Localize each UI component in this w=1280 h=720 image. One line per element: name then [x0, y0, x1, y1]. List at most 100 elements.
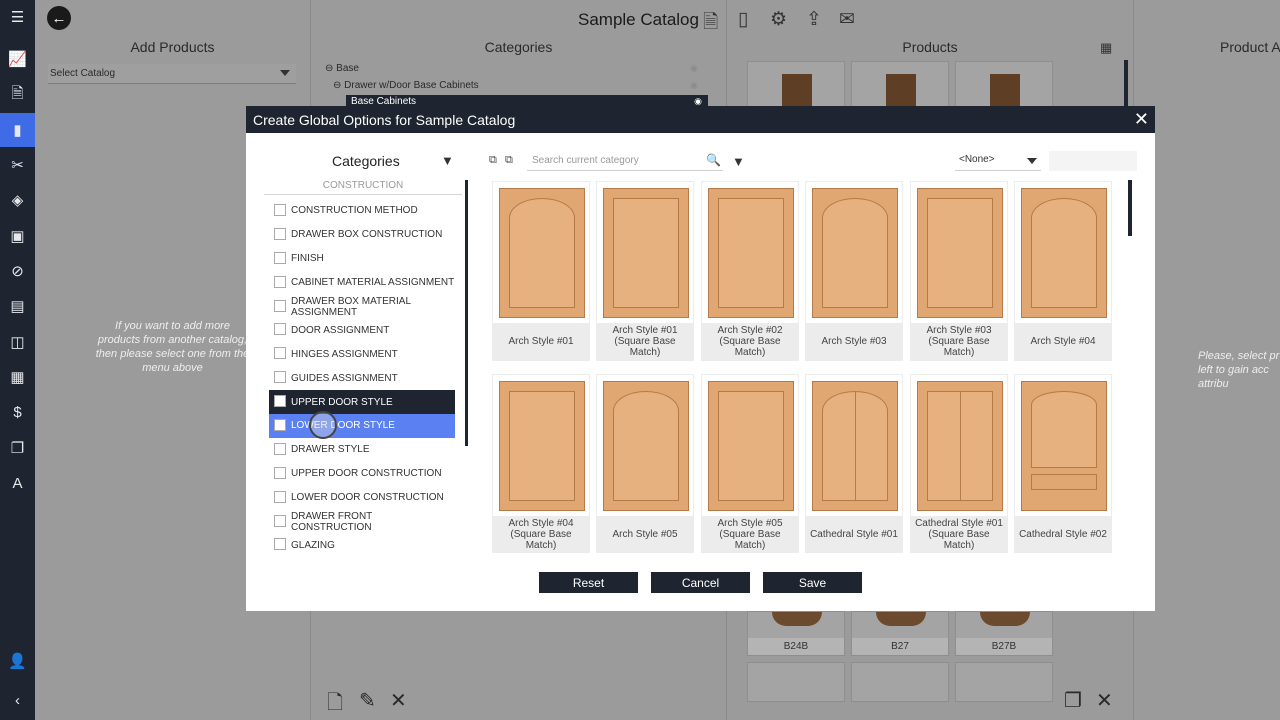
item-card[interactable]: Arch Style #03 — [805, 181, 903, 361]
item-card[interactable]: Arch Style #05 — [596, 374, 694, 553]
option-hinges-assignment[interactable]: HINGES ASSIGNMENT — [269, 342, 455, 366]
checkbox[interactable] — [274, 299, 286, 312]
stepper-field[interactable] — [1049, 151, 1137, 171]
option-lower-door-construction[interactable]: LOWER DOOR CONSTRUCTION — [269, 486, 455, 510]
options-scrollbar[interactable] — [465, 180, 468, 446]
user-icon[interactable]: 👤 — [0, 644, 35, 678]
tree-item-label: Drawer w/Door Base Cabinets — [344, 80, 479, 91]
option-guides-assignment[interactable]: GUIDES ASSIGNMENT — [269, 366, 455, 390]
option-finish[interactable]: FINISH — [269, 247, 455, 271]
items-scrollbar[interactable] — [1128, 180, 1132, 236]
product-thumbnail[interactable] — [955, 662, 1053, 702]
checkbox[interactable] — [274, 227, 286, 240]
option-door-assignment[interactable]: DOOR ASSIGNMENT — [269, 318, 455, 342]
item-card[interactable]: Cathedral Style #02 — [1014, 374, 1112, 553]
chart-icon[interactable]: 📈 — [0, 42, 35, 76]
search-icon[interactable]: 🔍 — [706, 153, 721, 167]
checkbox[interactable] — [274, 490, 286, 503]
duplicate-icon[interactable]: ⧉ — [505, 154, 513, 167]
filter-dropdown[interactable]: <None> — [955, 151, 1041, 171]
checkbox[interactable] — [274, 251, 286, 264]
item-card[interactable]: Arch Style #02 (Square Base Match) — [701, 181, 799, 361]
checkbox[interactable] — [274, 204, 286, 216]
rulers-icon[interactable]: ⊘ — [0, 254, 35, 288]
tools-icon[interactable]: ✂ — [0, 148, 35, 182]
copy-icon[interactable]: ⧉ — [489, 154, 497, 167]
item-card[interactable]: Arch Style #04 — [1014, 181, 1112, 361]
cancel-button[interactable]: Cancel — [651, 572, 750, 593]
checkbox[interactable] — [274, 442, 286, 455]
eye-icon[interactable]: ◉ — [690, 63, 698, 74]
pages-icon[interactable]: ❐ — [0, 431, 35, 465]
item-card[interactable]: Cathedral Style #01 (Square Base Match) — [910, 374, 1008, 553]
checkbox[interactable] — [274, 466, 286, 479]
checkbox[interactable] — [274, 275, 286, 288]
export-icon[interactable]: ⇪ — [806, 8, 822, 31]
mail-icon[interactable]: ✉ — [839, 8, 855, 31]
product-thumbnail[interactable] — [851, 61, 949, 108]
grid-icon[interactable]: ▦ — [0, 360, 35, 394]
new-file-icon[interactable]: 🗋 — [327, 688, 343, 720]
document-icon[interactable]: 🗎 — [0, 78, 35, 112]
product-thumbnail[interactable] — [851, 662, 949, 702]
checkbox[interactable] — [274, 419, 286, 432]
item-card[interactable]: Arch Style #04 (Square Base Match) — [492, 374, 590, 553]
checkbox[interactable] — [274, 347, 286, 360]
option-cabinet-material-assignment[interactable]: CABINET MATERIAL ASSIGNMENT — [269, 271, 455, 295]
checkbox[interactable] — [274, 538, 286, 551]
option-lower-door-style[interactable]: LOWER DOOR STYLE — [269, 414, 455, 438]
layers-icon[interactable]: ◈ — [0, 183, 35, 217]
box-icon[interactable]: ▣ — [0, 219, 35, 253]
checkbox[interactable] — [274, 371, 286, 384]
dollar-icon[interactable]: $ — [0, 395, 35, 429]
book-icon[interactable]: ▤ — [0, 289, 35, 323]
option-drawer-style[interactable]: DRAWER STYLE — [269, 438, 455, 462]
close-icon[interactable]: ✕ — [1134, 109, 1149, 130]
option-glazing[interactable]: GLAZING — [269, 533, 455, 555]
text-icon[interactable]: A — [0, 466, 35, 500]
catalog-icon[interactable]: ▮ — [0, 113, 35, 147]
option-drawer-front-construction[interactable]: DRAWER FRONT CONSTRUCTION — [269, 510, 455, 534]
back-icon[interactable]: ‹ — [0, 683, 35, 717]
product-thumbnail[interactable] — [955, 61, 1053, 108]
menu-icon[interactable]: ☰ — [0, 0, 35, 34]
select-catalog-dropdown[interactable]: Select Catalog — [48, 64, 296, 84]
product-thumbnail[interactable]: B24B — [747, 611, 845, 656]
close-icon[interactable]: ✕ — [390, 688, 407, 713]
item-card[interactable]: Cathedral Style #01 — [805, 374, 903, 553]
file-icon[interactable]: 🗎 — [703, 8, 718, 40]
search-input[interactable]: Search current category 🔍 — [527, 151, 723, 171]
item-card[interactable]: Arch Style #01 (Square Base Match) — [596, 181, 694, 361]
option-upper-door-style[interactable]: UPPER DOOR STYLE — [269, 390, 455, 415]
product-thumbnail[interactable] — [747, 662, 845, 702]
save-button[interactable]: Save — [763, 572, 862, 593]
item-card[interactable]: Arch Style #05 (Square Base Match) — [701, 374, 799, 553]
close-icon[interactable]: ✕ — [1096, 688, 1113, 713]
checkbox[interactable] — [274, 395, 286, 408]
panel-icon[interactable]: ▯ — [738, 8, 748, 31]
reset-button[interactable]: Reset — [539, 572, 638, 593]
option-drawer-box-material-assignment[interactable]: DRAWER BOX MATERIAL ASSIGNMENT — [269, 295, 455, 319]
option-upper-door-construction[interactable]: UPPER DOOR CONSTRUCTION — [269, 462, 455, 486]
edit-file-icon[interactable]: ✎ — [359, 688, 376, 713]
tree-item-drawer-door[interactable]: ⊖ Drawer w/Door Base Cabinets — [333, 80, 479, 91]
item-card[interactable]: Arch Style #01 — [492, 181, 590, 361]
copy-icon[interactable]: ❐ — [1064, 688, 1082, 713]
filter-icon[interactable]: ▼ — [732, 154, 745, 169]
eye-icon[interactable]: ◉ — [690, 80, 698, 91]
tree-item-base[interactable]: ⊖ Base — [325, 63, 359, 74]
filter-icon[interactable]: ▼ — [441, 153, 454, 168]
checkbox[interactable] — [274, 514, 286, 527]
checkbox[interactable] — [274, 323, 286, 336]
gear-icon[interactable]: ⚙ — [770, 8, 787, 31]
product-thumbnail[interactable] — [747, 61, 845, 108]
back-button[interactable]: ← — [47, 6, 71, 30]
option-construction-method[interactable]: CONSTRUCTION METHOD — [269, 199, 455, 223]
option-drawer-box-construction[interactable]: DRAWER BOX CONSTRUCTION — [269, 223, 455, 247]
item-card[interactable]: Arch Style #03 (Square Base Match) — [910, 181, 1008, 361]
product-thumbnail[interactable]: B27B — [955, 611, 1053, 656]
layout-icon[interactable]: ◫ — [0, 325, 35, 359]
grid-view-icon[interactable]: ▦ — [1100, 40, 1112, 56]
products-scrollbar[interactable] — [1124, 60, 1128, 110]
product-thumbnail[interactable]: B27 — [851, 611, 949, 656]
